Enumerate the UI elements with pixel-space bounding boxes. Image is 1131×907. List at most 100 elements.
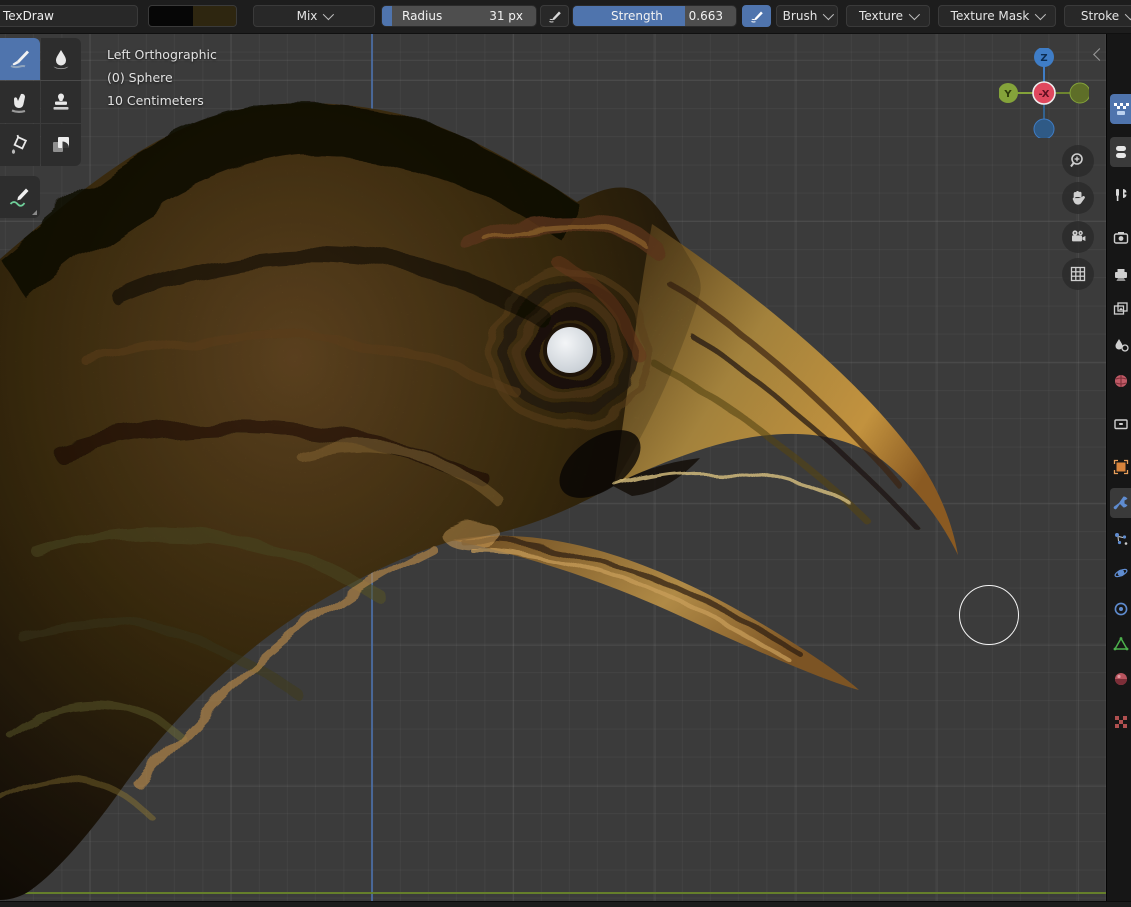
radius-value: 31 px xyxy=(489,6,523,26)
viewport-overlay-text: Left Orthographic (0) Sphere 10 Centimet… xyxy=(107,43,217,112)
strength-slider[interactable]: Strength 0.663 xyxy=(572,5,737,27)
view-name-text: Left Orthographic xyxy=(107,43,217,66)
gizmo-x-neg-label: -X xyxy=(1038,89,1049,100)
gizmo-z-neg-ball[interactable] xyxy=(1034,119,1054,138)
draw-brush-icon xyxy=(8,47,32,71)
soften-droplet-icon xyxy=(49,47,73,71)
tool-clone-button[interactable] xyxy=(41,81,81,123)
tool-mask-button[interactable] xyxy=(41,124,81,166)
texture-checker-icon xyxy=(1113,714,1129,730)
gizmo-y-label: Y xyxy=(1003,89,1012,100)
collection-box-icon xyxy=(1113,416,1129,432)
texture-popover-label: Texture xyxy=(859,6,903,26)
primary-color-swatch[interactable] xyxy=(149,6,193,26)
grid-ortho-button[interactable] xyxy=(1062,258,1094,290)
fill-bucket-icon xyxy=(8,133,32,157)
tab-object[interactable] xyxy=(1110,452,1131,482)
blend-mode-dropdown[interactable]: Mix xyxy=(253,5,375,27)
stroke-popover-label: Stroke xyxy=(1081,6,1119,26)
material-sphere-icon xyxy=(1113,671,1129,687)
grid-scale-text: 10 Centimeters xyxy=(107,89,217,112)
stylus-pressure-icon xyxy=(749,8,765,24)
paint-header: TexDraw Mix Radius 31 px Strength 0.663 xyxy=(0,0,1131,34)
texture-mask-popover[interactable]: Texture Mask xyxy=(938,5,1056,27)
tab-object-data[interactable] xyxy=(1110,629,1131,659)
tab-view-layer[interactable] xyxy=(1110,294,1131,324)
screwdriver-wrench-icon xyxy=(1113,187,1129,203)
secondary-color-swatch[interactable] xyxy=(193,6,237,26)
tool-icon xyxy=(1113,144,1129,160)
chevron-down-icon xyxy=(323,9,334,20)
orientation-gizmo[interactable]: Z Y -X xyxy=(999,48,1089,138)
strength-pressure-toggle[interactable] xyxy=(742,5,771,27)
gizmo-z-label: Z xyxy=(1040,53,1047,64)
strength-value: 0.663 xyxy=(689,6,723,26)
tab-active-tool[interactable] xyxy=(1110,94,1131,124)
tab-modifiers[interactable] xyxy=(1110,488,1131,518)
clone-stamp-icon xyxy=(49,90,73,114)
tab-particles[interactable] xyxy=(1110,524,1131,554)
brush-name-field[interactable]: TexDraw xyxy=(0,5,138,27)
annotate-pen-icon xyxy=(8,185,32,209)
tool-smear-button[interactable] xyxy=(0,81,40,123)
tab-scene[interactable] xyxy=(1110,330,1131,360)
chevron-down-icon xyxy=(1035,9,1046,20)
strength-label: Strength xyxy=(611,6,663,26)
properties-tab-strip xyxy=(1106,34,1131,901)
data-triangle-icon xyxy=(1113,636,1129,652)
texture-popover[interactable]: Texture xyxy=(846,5,930,27)
camera-view-button[interactable] xyxy=(1062,221,1094,253)
scene-icon xyxy=(1113,337,1129,353)
checker-tool-icon xyxy=(1113,101,1129,117)
active-object-text: (0) Sphere xyxy=(107,66,217,89)
radius-label: Radius xyxy=(402,6,442,26)
world-globe-icon xyxy=(1113,373,1129,389)
chevron-down-icon xyxy=(1125,9,1131,20)
pan-hand-icon xyxy=(1069,189,1087,207)
modifiers-wrench-icon xyxy=(1113,495,1129,511)
tab-tool[interactable] xyxy=(1110,137,1131,167)
output-printer-icon xyxy=(1113,267,1129,283)
viewport-canvas[interactable]: Left Orthographic (0) Sphere 10 Centimet… xyxy=(0,34,1106,901)
tab-output[interactable] xyxy=(1110,260,1131,290)
radius-pressure-toggle[interactable] xyxy=(540,5,569,27)
particles-icon xyxy=(1113,531,1129,547)
tool-fill-button[interactable] xyxy=(0,124,40,166)
camera-view-icon xyxy=(1069,228,1087,246)
zoom-button[interactable] xyxy=(1062,145,1094,177)
painted-creature-model xyxy=(0,34,1106,901)
radius-slider[interactable]: Radius 31 px xyxy=(381,5,537,27)
color-swatches[interactable] xyxy=(148,5,237,27)
zoom-icon xyxy=(1069,152,1087,170)
brush-popover[interactable]: Brush xyxy=(776,5,838,27)
tab-tool-settings[interactable] xyxy=(1110,180,1131,210)
constraints-icon xyxy=(1113,601,1129,617)
tab-physics[interactable] xyxy=(1110,558,1131,588)
stylus-pressure-icon xyxy=(547,8,563,24)
tab-render[interactable] xyxy=(1110,223,1131,253)
physics-icon xyxy=(1113,565,1129,581)
mask-icon xyxy=(49,133,73,157)
tab-collection[interactable] xyxy=(1110,409,1131,439)
texture-mask-popover-label: Texture Mask xyxy=(951,6,1030,26)
gizmo-y-neg-ball[interactable] xyxy=(1070,83,1089,103)
pan-button[interactable] xyxy=(1062,182,1094,214)
blend-mode-label: Mix xyxy=(297,6,318,26)
chevron-down-icon xyxy=(909,9,920,20)
chevron-down-icon xyxy=(823,9,834,20)
tab-world[interactable] xyxy=(1110,366,1131,396)
editor-bottom-edge[interactable] xyxy=(0,901,1131,907)
tool-soften-button[interactable] xyxy=(41,38,81,80)
subtool-indicator xyxy=(32,210,37,215)
smear-finger-icon xyxy=(8,90,32,114)
blender-window: TexDraw Mix Radius 31 px Strength 0.663 xyxy=(0,0,1131,907)
tool-annotate-button[interactable] xyxy=(0,176,40,218)
stroke-popover[interactable]: Stroke xyxy=(1064,5,1131,27)
tab-texture[interactable] xyxy=(1110,707,1131,737)
grid-ortho-icon xyxy=(1069,265,1087,283)
tab-material[interactable] xyxy=(1110,664,1131,694)
eye-sphere xyxy=(547,327,593,373)
tool-draw-button[interactable] xyxy=(0,38,40,80)
tab-constraints[interactable] xyxy=(1110,594,1131,624)
render-camera-icon xyxy=(1113,230,1129,246)
